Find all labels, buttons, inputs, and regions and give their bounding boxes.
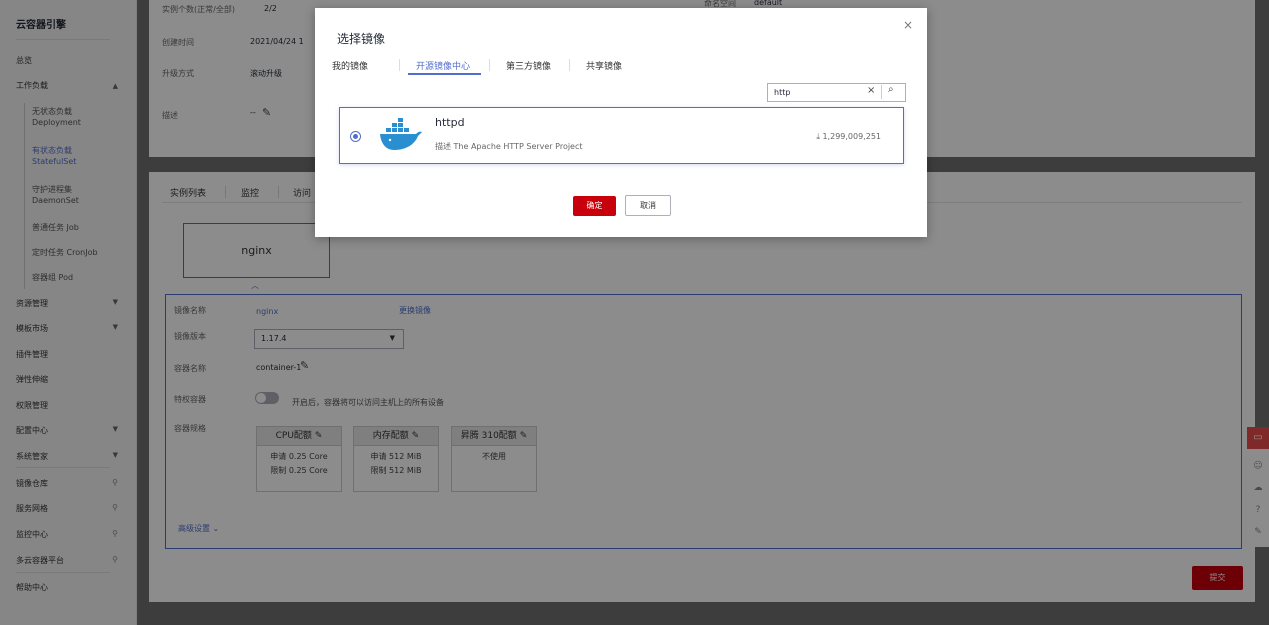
tab-open-source-images[interactable]: 开源镜像中心	[416, 59, 470, 72]
close-icon[interactable]: ×	[903, 18, 913, 32]
tab-shared-images[interactable]: 共享镜像	[586, 59, 622, 72]
search-box: × ⌕	[767, 83, 906, 102]
radio-dot	[353, 134, 358, 139]
divider	[569, 59, 570, 71]
tab-third-party-images[interactable]: 第三方镜像	[506, 59, 551, 72]
select-image-dialog: 选择镜像 × 我的镜像 开源镜像中心 第三方镜像 共享镜像 × ⌕ httpd …	[315, 8, 927, 237]
divider	[881, 85, 882, 99]
image-result-item[interactable]: httpd 描述 The Apache HTTP Server Project …	[339, 107, 904, 164]
select-radio[interactable]	[350, 131, 361, 142]
clear-icon[interactable]: ×	[867, 85, 875, 96]
divider	[399, 59, 400, 71]
download-count: ⤓ 1,299,009,251	[816, 132, 881, 142]
download-count-value: 1,299,009,251	[822, 132, 881, 141]
cancel-button[interactable]: 取消	[625, 195, 671, 216]
divider	[489, 59, 490, 71]
docker-logo	[380, 118, 422, 150]
dialog-title: 选择镜像	[337, 32, 386, 46]
search-icon[interactable]: ⌕	[888, 84, 894, 95]
search-input[interactable]	[774, 86, 854, 98]
active-tab-indicator	[408, 73, 481, 75]
download-icon: ⤓	[816, 132, 820, 141]
image-name: httpd	[435, 116, 465, 129]
confirm-button[interactable]: 确定	[573, 196, 616, 216]
image-description: 描述 The Apache HTTP Server Project	[435, 142, 583, 151]
tab-my-images[interactable]: 我的镜像	[332, 59, 368, 72]
